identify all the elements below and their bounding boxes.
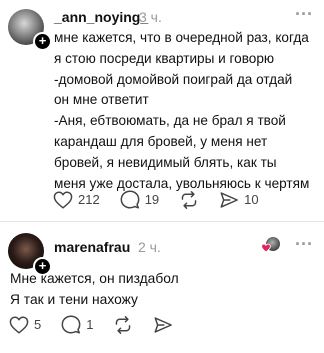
heart-badge-icon <box>261 243 271 253</box>
username[interactable]: _ann_noying_ <box>54 9 148 25</box>
repost-button[interactable] <box>113 315 133 334</box>
reply-count: 19 <box>144 192 160 207</box>
post-text: мне кажется, что в очередной раз, когда … <box>54 30 310 191</box>
reply-button[interactable]: 1 <box>61 315 93 334</box>
comment-icon <box>61 315 81 334</box>
like-button[interactable]: 212 <box>53 190 100 209</box>
comment-icon <box>120 190 140 209</box>
like-button[interactable]: 5 <box>9 315 42 334</box>
post-text: Мне кажется, он пиздабол Я так и тени на… <box>10 271 179 307</box>
heart-icon <box>53 190 73 209</box>
like-count: 212 <box>78 192 100 207</box>
send-icon <box>220 191 239 208</box>
repost-icon <box>181 190 197 209</box>
post-actions: 212 19 10 <box>53 190 279 209</box>
heart-icon <box>9 315 29 334</box>
post-time: 3 ч. <box>139 9 162 25</box>
share-button[interactable]: 10 <box>219 191 259 209</box>
post: + marenafrau 2 ч. ··· Мне кажется, он пи… <box>0 222 324 353</box>
share-button[interactable] <box>153 316 173 334</box>
post-actions: 5 1 <box>9 315 193 334</box>
reply-count: 1 <box>86 317 94 332</box>
share-count: 10 <box>244 192 259 207</box>
send-icon <box>154 316 173 333</box>
more-options-icon[interactable]: ··· <box>295 234 313 255</box>
follow-plus-icon[interactable]: + <box>33 32 52 51</box>
reply-button[interactable]: 19 <box>120 190 159 209</box>
more-options-icon[interactable]: ··· <box>295 4 313 25</box>
post-time: 2 ч. <box>138 239 161 255</box>
post: + _ann_noying_ 3 ч. ··· мне кажется, что… <box>0 0 324 222</box>
like-count: 5 <box>34 317 42 332</box>
username[interactable]: marenafrau <box>54 239 130 255</box>
repost-button[interactable] <box>179 190 199 209</box>
repost-icon <box>116 315 131 334</box>
